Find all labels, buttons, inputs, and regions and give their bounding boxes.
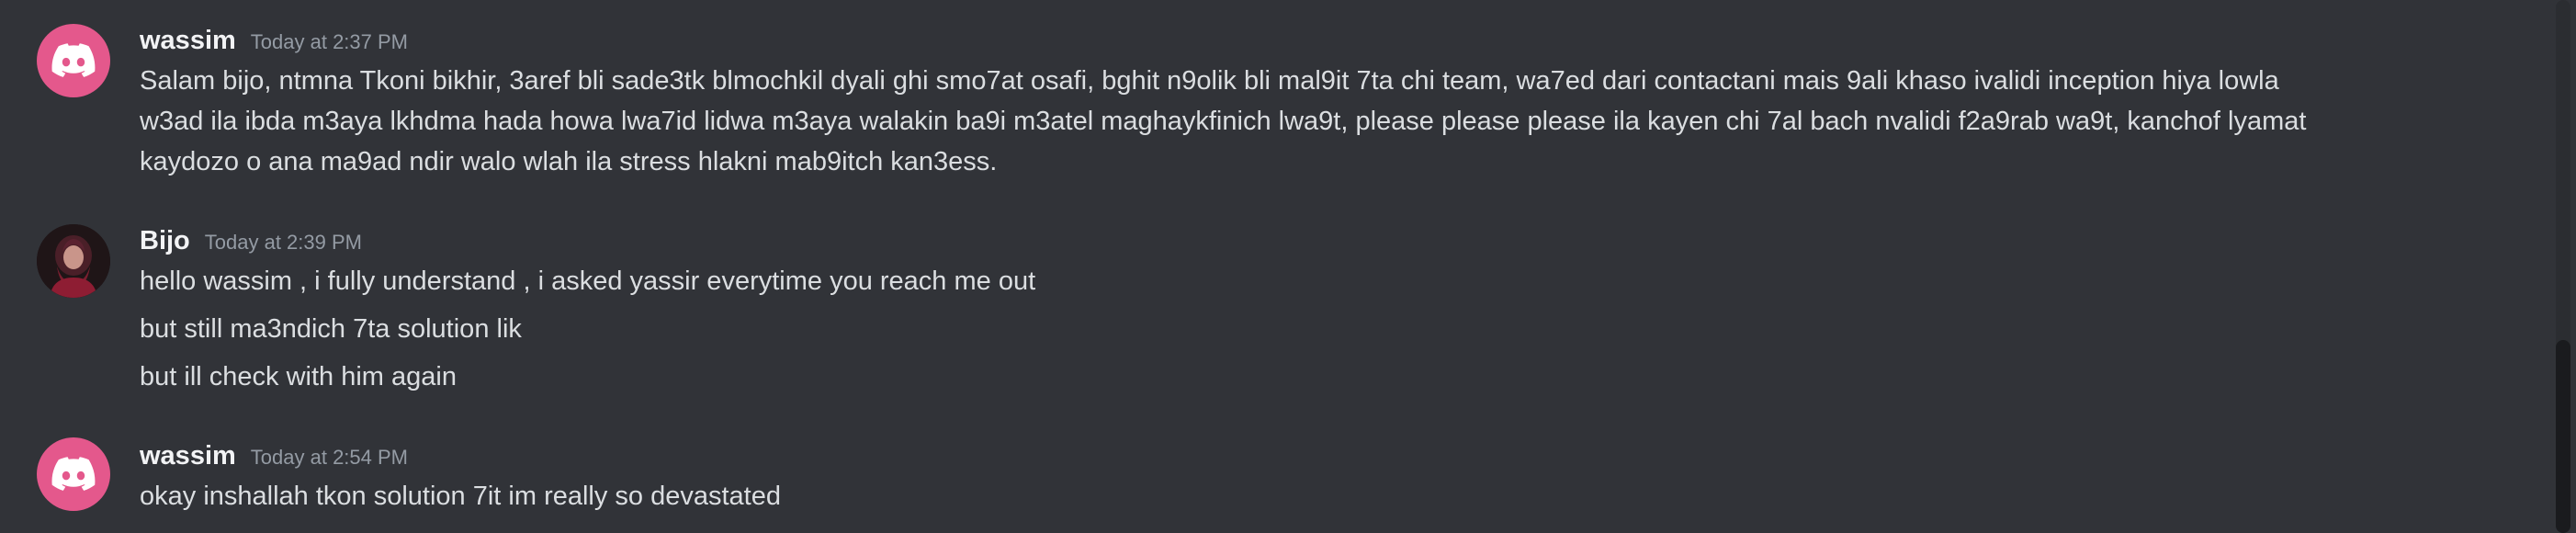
chat-messages: wassim Today at 2:37 PM Salam bijo, ntmn…: [0, 0, 2545, 533]
scrollbar-thumb[interactable]: [2556, 340, 2570, 533]
avatar[interactable]: [37, 437, 110, 511]
timestamp[interactable]: Today at 2:54 PM: [251, 439, 408, 476]
message-text: okay inshallah tkon solution 7it im real…: [140, 482, 781, 511]
message-header: wassim Today at 2:54 PM: [140, 437, 408, 474]
discord-logo-icon: [51, 457, 96, 491]
username[interactable]: wassim: [140, 437, 236, 474]
message-group: wassim Today at 2:54 PM okay inshallah t…: [0, 0, 2517, 533]
